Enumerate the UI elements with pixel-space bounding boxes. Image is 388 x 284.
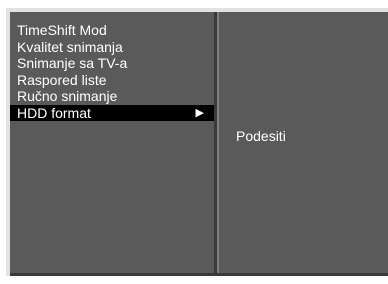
tv-osd-menu: TimeShift Mod Kvalitet snimanja Snimanje… <box>6 8 388 276</box>
menu-item-hdd-format[interactable]: HDD format ▶ <box>10 104 214 121</box>
submenu-panel: Podesiti <box>221 12 388 276</box>
menu-item-label: HDD format <box>17 104 91 121</box>
menu-item-label: Snimanje sa TV-a <box>17 55 128 71</box>
submenu-item-podesiti[interactable]: Podesiti <box>236 128 286 144</box>
menu-item-timeshift-mod[interactable]: TimeShift Mod <box>10 22 214 39</box>
bottom-border <box>10 273 388 276</box>
menu-item-label: TimeShift Mod <box>17 22 107 38</box>
triangle-right-icon: ▶ <box>195 106 204 119</box>
menu-item-kvalitet-snimanja[interactable]: Kvalitet snimanja <box>10 39 214 56</box>
menu-item-label: Kvalitet snimanja <box>17 38 123 55</box>
menu-item-raspored-liste[interactable]: Raspored liste <box>10 72 214 89</box>
menu-item-rucno-snimanje[interactable]: Ručno snimanje <box>10 88 214 105</box>
panel-divider <box>214 12 219 276</box>
main-menu-panel: TimeShift Mod Kvalitet snimanja Snimanje… <box>10 12 214 276</box>
menu-item-label: Raspored liste <box>17 71 107 88</box>
menu-item-label: Ručno snimanje <box>17 88 118 104</box>
submenu-item-label: Podesiti <box>236 128 286 144</box>
menu-item-snimanje-sa-tv[interactable]: Snimanje sa TV-a <box>10 55 214 72</box>
